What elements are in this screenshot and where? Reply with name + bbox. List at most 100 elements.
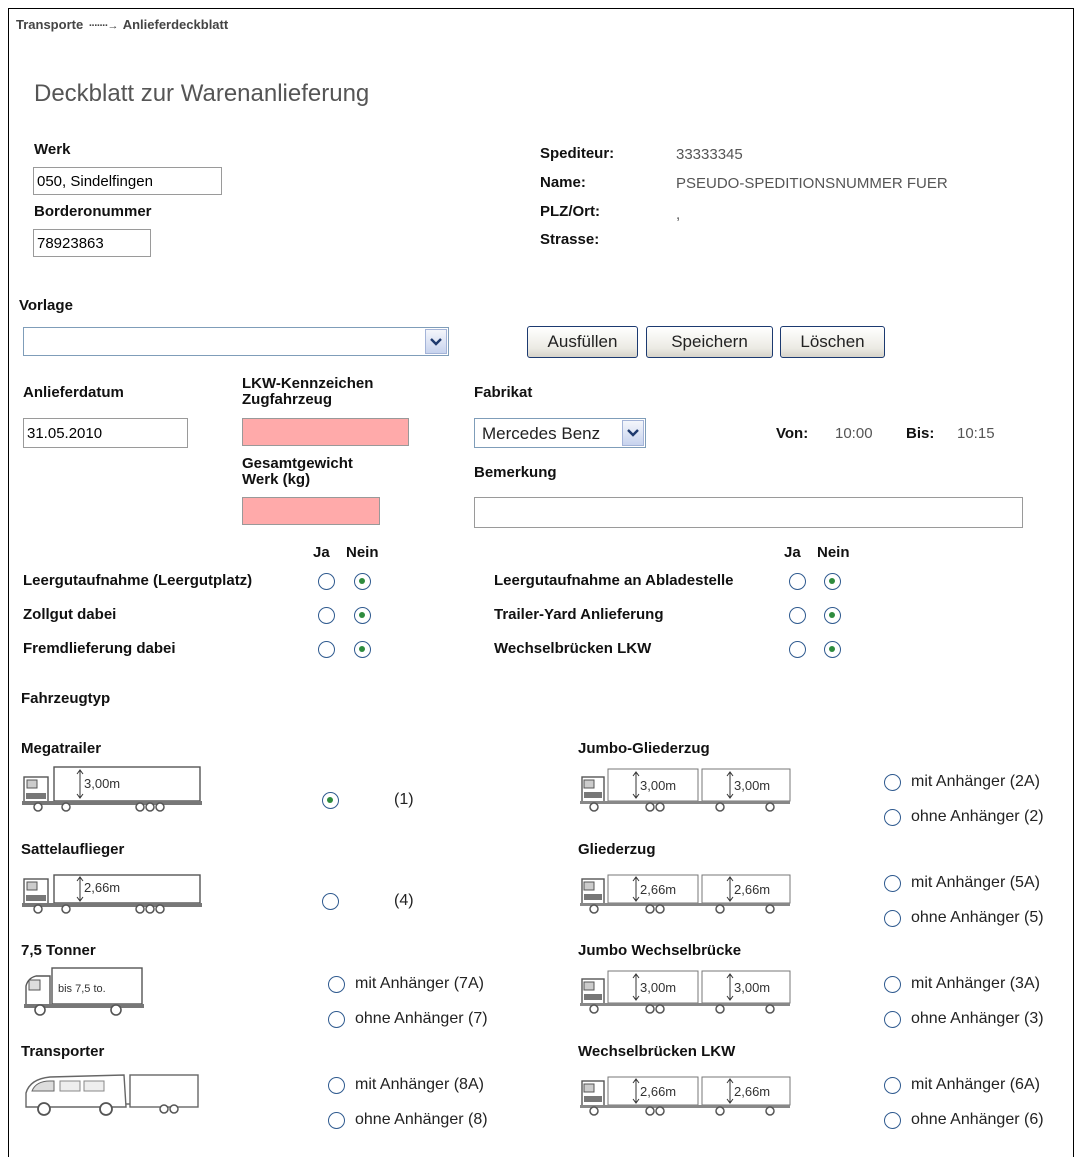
werk-label: Werk xyxy=(34,141,71,158)
page-title: Deckblatt zur Warenanlieferung xyxy=(34,80,370,107)
vorlage-label: Vorlage xyxy=(19,297,73,314)
plz-ort-label: PLZ/Ort: xyxy=(540,203,600,220)
tonner-ohne-radio[interactable] xyxy=(328,1011,345,1028)
fremdlieferung-nein-radio[interactable] xyxy=(354,641,371,658)
sattelauflieger-radio[interactable] xyxy=(322,893,339,910)
breadcrumb: Transporte ·······→ Anlieferdeckblatt xyxy=(16,17,228,32)
wechselbruecken-label: Wechselbrücken LKW xyxy=(494,640,652,657)
wechsel-lkw-mit-radio[interactable] xyxy=(884,1077,901,1094)
breadcrumb-parent[interactable]: Transporte xyxy=(16,17,83,32)
wechsel-lkw-mit-label: mit Anhänger (6A) xyxy=(911,1076,1040,1093)
megatrailer-height: 3,00m xyxy=(84,776,121,791)
chevron-down-icon[interactable] xyxy=(425,329,447,354)
werk-field[interactable] xyxy=(33,167,222,195)
borderonummer-field[interactable] xyxy=(33,229,151,257)
gesamtgewicht-label: Gesamtgewicht Werk (kg) xyxy=(242,455,353,488)
ausfuellen-button[interactable]: Ausfüllen xyxy=(527,326,638,358)
jumbo-gliederzug-height-a: 3,00m xyxy=(640,778,677,793)
tonner-box-text: bis 7,5 to. xyxy=(58,983,106,995)
jumbo-gliederzug-mit-label: mit Anhänger (2A) xyxy=(911,773,1040,790)
gliederzug-mit-label: mit Anhänger (5A) xyxy=(911,874,1040,891)
trailer-yard-nein-radio[interactable] xyxy=(824,607,841,624)
wechsel-lkw-label: Wechselbrücken LKW xyxy=(578,1043,736,1060)
lkw-kennzeichen-field[interactable] xyxy=(242,418,409,446)
ja-header-right: Ja xyxy=(784,544,801,561)
jumbo-gliederzug-height-b: 3,00m xyxy=(734,778,771,793)
gliederzug-height-a: 2,66m xyxy=(640,882,677,897)
tonner-mit-label: mit Anhänger (7A) xyxy=(355,975,484,992)
fabrikat-selected-value: Mercedes Benz xyxy=(482,424,601,443)
transporter-ohne-label: ohne Anhänger (8) xyxy=(355,1111,488,1128)
zollgut-nein-radio[interactable] xyxy=(354,607,371,624)
transporter-label: Transporter xyxy=(21,1043,105,1060)
transporter-ohne-radio[interactable] xyxy=(328,1112,345,1129)
wechselbruecken-nein-radio[interactable] xyxy=(824,641,841,658)
transporter-van-icon xyxy=(24,1071,202,1119)
gliederzug-mit-radio[interactable] xyxy=(884,875,901,892)
gliederzug-ohne-label: ohne Anhänger (5) xyxy=(911,909,1044,926)
gliederzug-label: Gliederzug xyxy=(578,841,656,858)
strasse-label: Strasse: xyxy=(540,231,600,248)
spediteur-value: 33333345 xyxy=(676,146,743,163)
megatrailer-radio[interactable] xyxy=(322,792,339,809)
zollgut-ja-radio[interactable] xyxy=(318,607,335,624)
jumbo-wechsel-label: Jumbo Wechselbrücke xyxy=(578,942,742,959)
jumbo-wechsel-ohne-radio[interactable] xyxy=(884,1011,901,1028)
tonner-mit-radio[interactable] xyxy=(328,976,345,993)
jumbo-wechsel-truck-icon: 3,00m 3,00m xyxy=(580,969,792,1017)
loeschen-button[interactable]: Löschen xyxy=(780,326,885,358)
jumbo-gliederzug-ohne-label: ohne Anhänger (2) xyxy=(911,808,1044,825)
anlieferdatum-label: Anlieferdatum xyxy=(23,384,124,401)
trailer-yard-ja-radio[interactable] xyxy=(789,607,806,624)
jumbo-gliederzug-truck-icon: 3,00m 3,00m xyxy=(580,767,792,815)
tonner-truck-icon: bis 7,5 to. xyxy=(24,966,146,1018)
gesamtgewicht-field[interactable] xyxy=(242,497,380,525)
wechsel-lkw-truck-icon: 2,66m 2,66m xyxy=(580,1073,792,1119)
sattelauflieger-height: 2,66m xyxy=(84,880,121,895)
breadcrumb-current: Anlieferdeckblatt xyxy=(122,17,229,32)
tonner-ohne-label: ohne Anhänger (7) xyxy=(355,1010,488,1027)
wechselbruecken-ja-radio[interactable] xyxy=(789,641,806,658)
anlieferdatum-field[interactable] xyxy=(23,418,188,448)
plz-ort-value: , xyxy=(676,206,681,223)
jumbo-wechsel-ohne-label: ohne Anhänger (3) xyxy=(911,1010,1044,1027)
spediteur-label: Spediteur: xyxy=(540,145,615,162)
megatrailer-option: (1) xyxy=(394,791,414,808)
megatrailer-truck-icon: 3,00m xyxy=(22,765,204,815)
leergutaufnahme-ja-radio[interactable] xyxy=(318,573,335,590)
tonner-label: 7,5 Tonner xyxy=(21,942,96,959)
sattelauflieger-label: Sattelauflieger xyxy=(21,841,125,858)
bis-label: Bis: xyxy=(906,425,935,442)
von-value: 10:00 xyxy=(835,425,873,442)
fremdlieferung-label: Fremdlieferung dabei xyxy=(23,640,176,657)
jumbo-wechsel-mit-radio[interactable] xyxy=(884,976,901,993)
fahrzeugtyp-label: Fahrzeugtyp xyxy=(21,690,111,707)
leergut-abladestelle-ja-radio[interactable] xyxy=(789,573,806,590)
speichern-button[interactable]: Speichern xyxy=(646,326,773,358)
arrow-right-icon: ·······→ xyxy=(86,20,120,32)
nein-header-left: Nein xyxy=(346,544,379,561)
fabrikat-label: Fabrikat xyxy=(474,384,533,401)
gliederzug-ohne-radio[interactable] xyxy=(884,910,901,927)
sattelauflieger-truck-icon: 2,66m xyxy=(22,869,204,917)
borderonummer-label: Borderonummer xyxy=(34,203,152,220)
sattelauflieger-option: (4) xyxy=(394,892,414,909)
fremdlieferung-ja-radio[interactable] xyxy=(318,641,335,658)
transporter-mit-radio[interactable] xyxy=(328,1077,345,1094)
jumbo-gliederzug-label: Jumbo-Gliederzug xyxy=(578,740,710,757)
leergut-abladestelle-nein-radio[interactable] xyxy=(824,573,841,590)
chevron-down-icon[interactable] xyxy=(622,420,644,446)
fabrikat-select[interactable]: Mercedes Benz xyxy=(474,418,646,448)
ja-header-left: Ja xyxy=(313,544,330,561)
vorlage-select[interactable] xyxy=(23,327,449,356)
wechsel-lkw-height-a: 2,66m xyxy=(640,1084,677,1099)
wechsel-lkw-ohne-radio[interactable] xyxy=(884,1112,901,1129)
jumbo-gliederzug-ohne-radio[interactable] xyxy=(884,809,901,826)
leergutaufnahme-nein-radio[interactable] xyxy=(354,573,371,590)
jumbo-gliederzug-mit-radio[interactable] xyxy=(884,774,901,791)
gliederzug-truck-icon: 2,66m 2,66m xyxy=(580,871,792,917)
leergutaufnahme-label: Leergutaufnahme (Leergutplatz) xyxy=(23,572,253,589)
name-value: PSEUDO-SPEDITIONSNUMMER FUER xyxy=(676,175,948,192)
bemerkung-field[interactable] xyxy=(474,497,1023,528)
jumbo-wechsel-mit-label: mit Anhänger (3A) xyxy=(911,975,1040,992)
